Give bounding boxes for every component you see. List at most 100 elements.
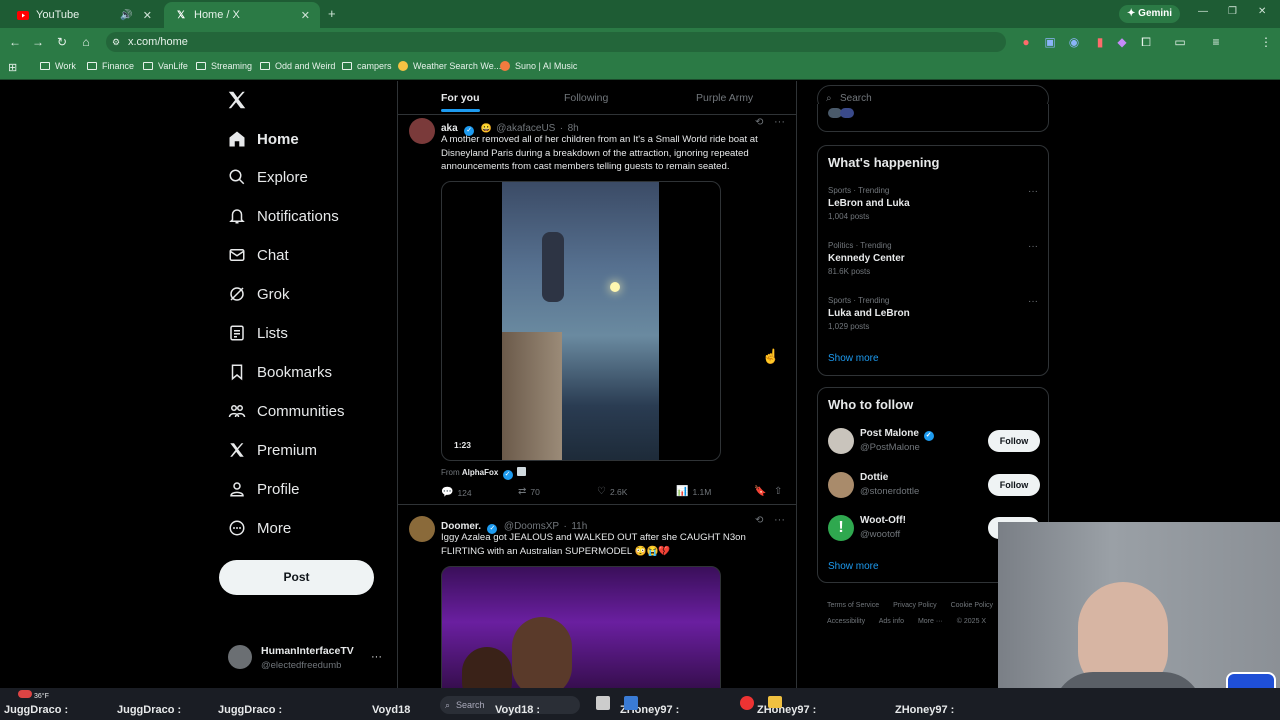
- minimize-icon[interactable]: —: [1198, 6, 1208, 17]
- footer-link[interactable]: Accessibility: [827, 618, 865, 625]
- extensions-puzzle-icon[interactable]: ⧠: [1138, 34, 1154, 50]
- maximize-icon[interactable]: ❐: [1228, 6, 1237, 17]
- nav-more[interactable]: More: [227, 518, 291, 538]
- back-icon[interactable]: ←: [7, 34, 23, 50]
- sidepanel-icon[interactable]: ▭: [1172, 34, 1188, 50]
- more-dots-icon[interactable]: ···: [1028, 241, 1038, 252]
- bookmark-folder[interactable]: Odd and Weird: [260, 61, 335, 71]
- extension-icon[interactable]: ◆: [1114, 34, 1130, 50]
- nav-premium[interactable]: Premium: [227, 440, 317, 460]
- extension-icon[interactable]: ●: [1018, 34, 1034, 50]
- more-dots-icon[interactable]: ···: [371, 651, 382, 663]
- bookmark-link[interactable]: Suno | AI Music: [500, 61, 577, 71]
- avatar[interactable]: [409, 118, 435, 144]
- address-bar[interactable]: ⚙ x.com/home: [106, 32, 1006, 52]
- sidebar-card-remnant: [817, 104, 1049, 132]
- nav-bookmarks[interactable]: Bookmarks: [227, 362, 332, 382]
- footer-link[interactable]: More ···: [918, 618, 943, 625]
- show-more-link[interactable]: Show more: [828, 561, 879, 572]
- share-button[interactable]: ⇧: [774, 486, 786, 497]
- nav-explore[interactable]: Explore: [227, 167, 308, 187]
- more-dots-icon[interactable]: ···: [774, 514, 785, 526]
- post-button[interactable]: Post: [219, 560, 374, 595]
- grok-explain-icon[interactable]: ⟲: [755, 515, 763, 526]
- bookmark-folder[interactable]: VanLife: [143, 61, 188, 71]
- grok-explain-icon[interactable]: ⟲: [755, 117, 763, 128]
- extension-icon[interactable]: ▮: [1092, 34, 1108, 50]
- new-tab-icon[interactable]: +: [328, 6, 336, 21]
- trend-item[interactable]: Sports · Trending LeBron and Luka 1,004 …: [828, 186, 1038, 221]
- avatar: [228, 645, 252, 669]
- folder-icon[interactable]: [768, 696, 782, 708]
- app-icon[interactable]: [624, 696, 638, 710]
- account-switcher[interactable]: HumanInterfaceTV @electedfreedumb ···: [228, 643, 382, 673]
- views-button[interactable]: 📊 1.1M: [676, 486, 711, 497]
- more-dots-icon[interactable]: ···: [774, 116, 785, 128]
- x-logo-icon[interactable]: [226, 89, 248, 111]
- more-dots-icon[interactable]: ···: [1028, 296, 1038, 307]
- tweet-video[interactable]: 1:23: [441, 181, 721, 461]
- tab-following[interactable]: Following: [564, 92, 608, 104]
- repost-button[interactable]: ⇄ 70: [518, 486, 540, 497]
- more-dots-icon[interactable]: ···: [1028, 186, 1038, 197]
- nav-communities[interactable]: Communities: [227, 401, 345, 421]
- trend-item[interactable]: Sports · Trending Luka and LeBron 1,029 …: [828, 296, 1038, 331]
- reply-button[interactable]: 💬 124: [441, 487, 472, 498]
- extension-icon[interactable]: ◉: [1066, 34, 1082, 50]
- bookmark-link[interactable]: Weather Search We...: [398, 61, 501, 71]
- footer-link[interactable]: Ads info: [879, 618, 904, 625]
- reload-icon[interactable]: ↻: [54, 34, 70, 50]
- mail-icon: [227, 245, 247, 265]
- follow-button[interactable]: Follow: [988, 474, 1040, 496]
- tweet-video[interactable]: [441, 566, 721, 688]
- show-more-link[interactable]: Show more: [828, 353, 879, 364]
- bookmark-folder[interactable]: campers: [342, 61, 392, 71]
- chrome-icon[interactable]: [740, 696, 754, 710]
- home-icon[interactable]: ⌂: [78, 34, 94, 50]
- app-icon[interactable]: [596, 696, 610, 710]
- bookmark-button[interactable]: 🔖: [754, 486, 770, 497]
- bookmark-folder[interactable]: Work: [40, 61, 76, 71]
- trend-item[interactable]: Politics · Trending Kennedy Center 81.6K…: [828, 241, 1038, 276]
- close-window-icon[interactable]: ✕: [1258, 6, 1266, 17]
- reply-icon: 💬: [441, 487, 454, 498]
- like-button[interactable]: ♡ 2.6K: [597, 486, 627, 497]
- nav-notifications[interactable]: Notifications: [227, 206, 339, 226]
- tab-purple-army[interactable]: Purple Army: [696, 92, 753, 104]
- extension-icon[interactable]: ▣: [1042, 34, 1058, 50]
- gemini-button[interactable]: ✦ Gemini: [1119, 5, 1181, 23]
- footer-link[interactable]: Cookie Policy: [951, 602, 993, 609]
- verified-badge-icon: ✓: [502, 470, 513, 480]
- nav-home[interactable]: Home: [227, 129, 299, 149]
- bookmark-folder[interactable]: Streaming: [196, 61, 252, 71]
- follow-suggestion[interactable]: Dottie @stonerdottle Follow: [828, 472, 1040, 504]
- close-tab-icon[interactable]: ✕: [301, 9, 310, 22]
- tab-home-x[interactable]: 𝕏 Home / X ✕: [164, 2, 320, 28]
- like-count: 2.6K: [609, 486, 628, 497]
- media-icon[interactable]: ≡: [1208, 34, 1224, 50]
- forward-icon[interactable]: →: [30, 34, 46, 50]
- apps-grid-icon[interactable]: ⊞: [8, 61, 17, 74]
- tab-for-you[interactable]: For you: [441, 92, 480, 112]
- nav-profile[interactable]: Profile: [227, 479, 300, 499]
- kebab-menu-icon[interactable]: ⋮: [1258, 34, 1274, 50]
- nav-grok[interactable]: Grok: [227, 284, 290, 304]
- avatar[interactable]: [409, 516, 435, 542]
- follow-button[interactable]: Follow: [988, 430, 1040, 452]
- nav-lists[interactable]: Lists: [227, 323, 288, 343]
- tab-youtube[interactable]: YouTube 🔊 ✕: [6, 2, 162, 28]
- footer-link[interactable]: Terms of Service: [827, 602, 879, 609]
- from-account[interactable]: AlphaFox: [462, 468, 498, 477]
- tweet[interactable]: Doomer. ✓ @DoomsXP · 11h ⟲ ··· Iggy Azal…: [398, 506, 796, 688]
- hand-cursor-icon: ☝: [762, 348, 780, 364]
- suno-icon: [500, 61, 510, 71]
- bookmarks-bar: ⊞ Work Finance VanLife Streaming Odd and…: [0, 56, 1280, 80]
- close-tab-icon[interactable]: ✕: [143, 9, 152, 22]
- tweet[interactable]: aka ✓ 😀 @akafaceUS · 8h ⟲ ··· A mother r…: [398, 116, 796, 505]
- footer-link[interactable]: Privacy Policy: [893, 602, 937, 609]
- follow-suggestion[interactable]: Post Malone ✓ @PostMalone Follow: [828, 428, 1040, 460]
- site-info-icon[interactable]: ⚙: [112, 32, 120, 52]
- nav-chat[interactable]: Chat: [227, 245, 289, 265]
- bookmark-folder[interactable]: Finance: [87, 61, 134, 71]
- nav-label: Premium: [257, 441, 318, 459]
